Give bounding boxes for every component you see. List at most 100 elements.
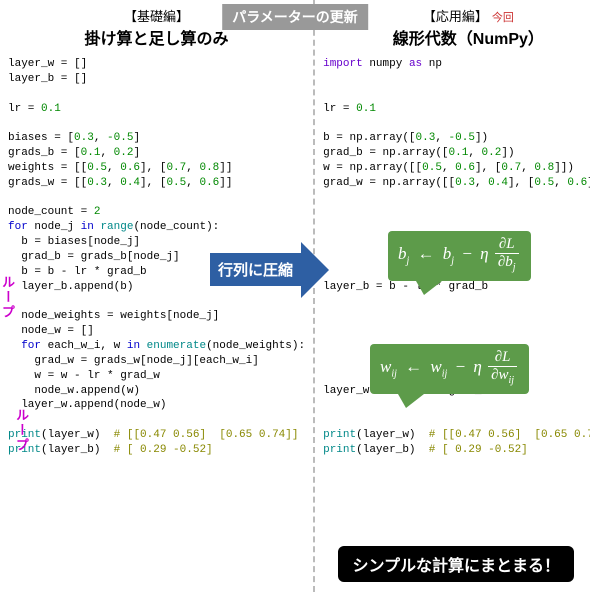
code-token: ], [ [475,162,501,174]
code-line: b = b - lr * grad_b [8,266,147,278]
code-token: node_j [28,221,81,233]
right-column: 【応用編】今回 線形代数（NumPy） import numpy as np l… [315,0,590,592]
code-token: ]]) [554,162,574,174]
code-line: layer_b = b - lr * grad_b [323,281,488,293]
code-number: 0.2 [482,147,502,159]
code-token: , [554,177,567,189]
code-number: 0.7 [166,162,186,174]
code-token: , [468,147,481,159]
code-number: 0.6 [455,162,475,174]
code-token: ], [ [508,177,534,189]
code-number: -0.5 [107,132,133,144]
code-number: 0.4 [488,177,508,189]
code-token: numpy [363,58,409,70]
code-token: grads_b = [ [8,147,81,159]
code-keyword: import [323,58,363,70]
code-number: 2 [94,206,101,218]
code-token: weights = [[ [8,162,87,174]
code-number: 0.3 [455,177,475,189]
code-keyword: as [409,58,422,70]
code-builtin: print [323,429,356,441]
code-token: w = np.array([[ [323,162,422,174]
code-token: , [100,147,113,159]
header-badge: パラメーターの更新 [222,4,368,30]
code-line: node_weights = weights[node_j] [8,310,219,322]
code-token: node_count = [8,206,94,218]
code-line: node_w.append(w) [8,385,140,397]
code-keyword: in [127,340,140,352]
compress-arrow: 行列に圧縮 [210,253,301,286]
code-token: lr = [8,103,41,115]
code-comment: # [ 0.29 -0.52] [114,444,213,456]
code-token: grads_w = [[ [8,177,87,189]
code-line: w = w - lr * grad_w [8,370,160,382]
code-line: node_w = [] [8,325,94,337]
code-number: 0.1 [81,147,101,159]
arrow-text: 行列に圧縮 [218,262,293,279]
outer-loop-label: ループ [0,275,17,320]
bottom-summary-badge: シンプルな計算にまとまる！ [338,546,574,582]
code-token: ]] [219,177,232,189]
code-number: 0.1 [356,103,376,115]
code-number: 0.4 [120,177,140,189]
code-number: 0.5 [422,162,442,174]
code-builtin: print [323,444,356,456]
code-token: grad_w = np.array([[ [323,177,455,189]
code-number: 0.5 [534,177,554,189]
code-number: 0.6 [199,177,219,189]
code-token: , [107,162,120,174]
code-number: 0.3 [416,132,436,144]
code-keyword: in [81,221,94,233]
code-token: ], [ [140,177,166,189]
code-line: layer_b = [] [8,73,87,85]
code-keyword: for [8,221,28,233]
code-builtin: range [100,221,133,233]
code-comment: # [ 0.29 -0.52] [429,444,528,456]
code-token [140,340,147,352]
code-token: ] [133,147,140,159]
code-token: (layer_b) [356,444,429,456]
code-token: biases = [ [8,132,74,144]
code-token: , [442,162,455,174]
speech-tail-icon [416,281,442,295]
code-number: 0.6 [120,162,140,174]
code-number: 0.5 [87,162,107,174]
code-token: (layer_b) [41,444,114,456]
code-number: 0.6 [567,177,587,189]
code-token: (layer_w) [356,429,429,441]
code-builtin: enumerate [147,340,206,352]
right-konkai-text: 今回 [492,12,514,24]
code-number: 0.5 [166,177,186,189]
code-number: 0.3 [87,177,107,189]
code-token: , [107,177,120,189]
code-token: (node_count): [133,221,219,233]
code-token: ] [133,132,140,144]
code-token: , [186,177,199,189]
code-number: -0.5 [449,132,475,144]
code-token: , [94,132,107,144]
code-number: 0.8 [534,162,554,174]
code-token: b = np.array([ [323,132,415,144]
code-token: , [475,177,488,189]
code-token: , [435,132,448,144]
code-token: np [422,58,442,70]
code-token: , [521,162,534,174]
formula-text: bj ← bj − η ∂L∂bj [398,244,521,263]
code-line: layer_w = [] [8,58,87,70]
code-line: b = biases[node_j] [8,236,140,248]
formula-text: wij ← wij − η ∂L∂wij [380,357,519,376]
code-line: grad_b = grads_b[node_j] [8,251,180,263]
code-token: ]) [475,132,488,144]
code-line: grad_w = grads_w[node_j][each_w_i] [8,355,259,367]
arrow-head-icon [301,242,329,298]
code-number: 0.1 [41,103,61,115]
code-number: 0.1 [449,147,469,159]
code-comment: # [[0.47 0.56] [0.65 0.74]] [114,429,299,441]
code-token: grad_b = np.array([ [323,147,448,159]
code-token: each_w_i, w [41,340,127,352]
code-number: 0.7 [501,162,521,174]
formula-bias: bj ← bj − η ∂L∂bj [388,231,531,281]
code-token: (layer_w) [41,429,114,441]
code-number: 0.8 [199,162,219,174]
code-token: ]) [501,147,514,159]
